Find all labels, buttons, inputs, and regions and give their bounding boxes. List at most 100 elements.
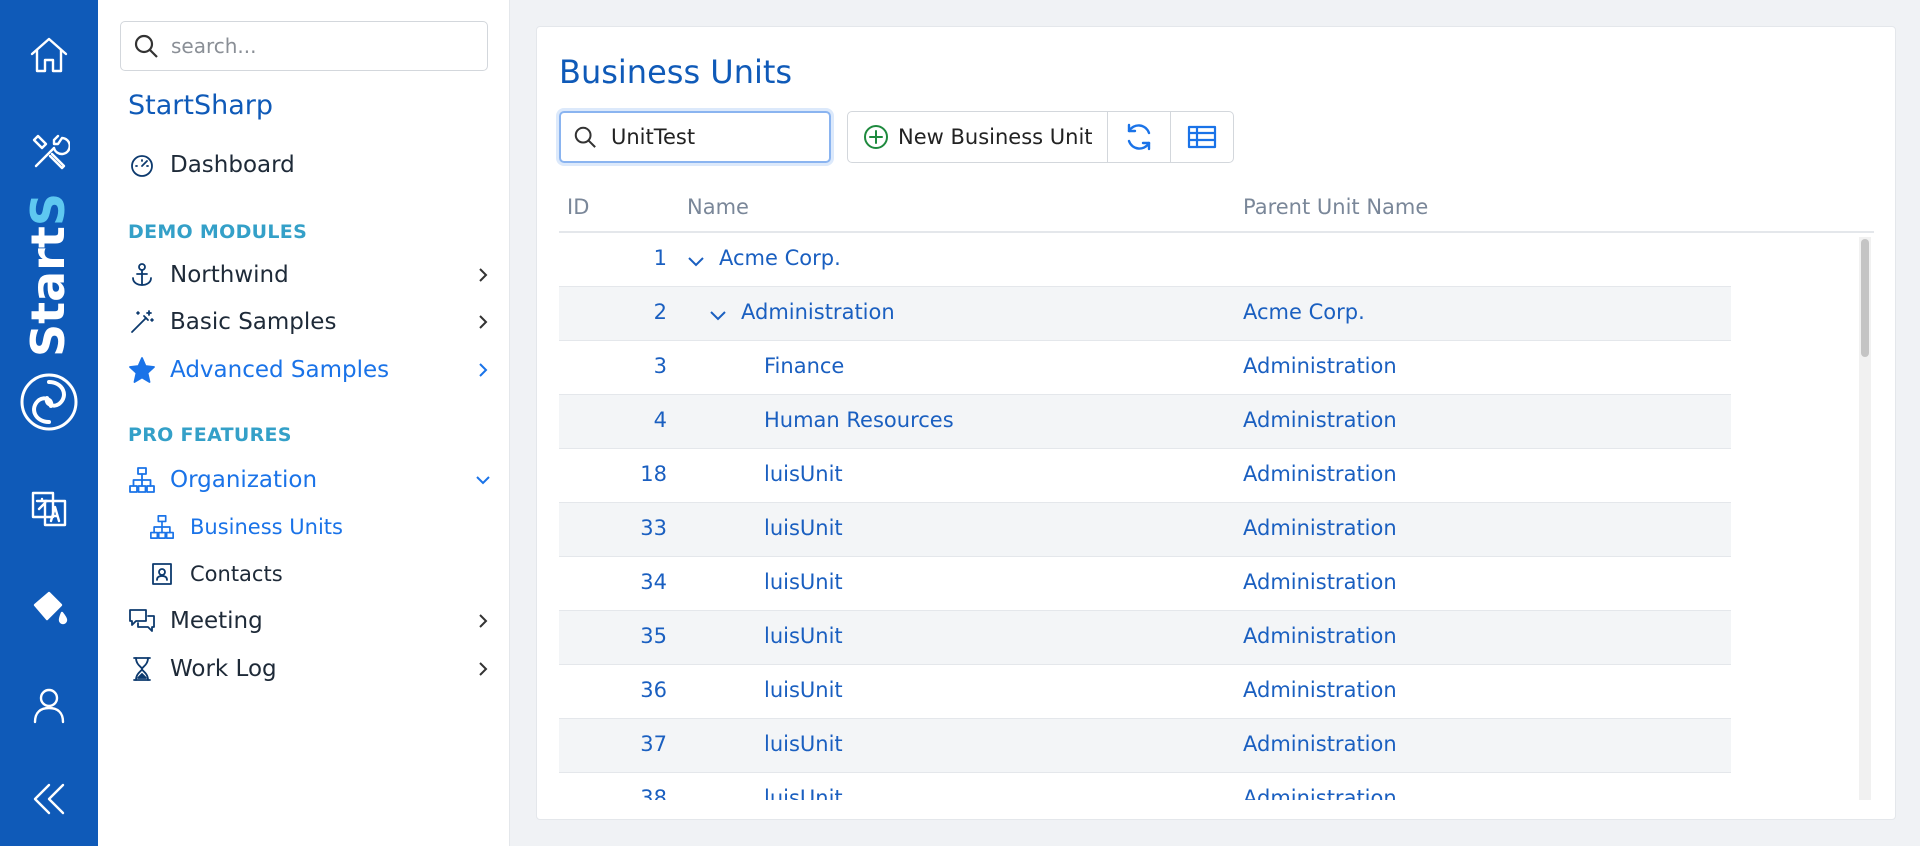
sidebar-item-northwind[interactable]: Northwind	[128, 255, 492, 295]
cell-id: 2	[653, 300, 667, 324]
user-icon[interactable]	[24, 680, 74, 730]
cell-name[interactable]: luisUnit	[764, 516, 843, 540]
gauge-icon	[128, 151, 156, 179]
cell-id: 34	[640, 570, 667, 594]
paint-bucket-icon[interactable]	[24, 582, 74, 632]
table-row[interactable]: 35 luisUnit Administration	[559, 611, 1731, 665]
sidebar-brand-title[interactable]: StartSharp	[128, 90, 273, 121]
refresh-button[interactable]	[1108, 112, 1171, 162]
table-row[interactable]: 18 luisUnit Administration	[559, 449, 1731, 503]
org-chart-icon	[128, 466, 156, 494]
org-chart-icon	[148, 513, 176, 541]
tools-icon[interactable]	[24, 128, 74, 178]
table-row[interactable]: 1 Acme Corp.	[559, 233, 1731, 287]
cell-parent[interactable]: Administration	[1243, 678, 1397, 702]
cell-id: 38	[640, 786, 667, 800]
grid-header: ID Name Parent Unit Name	[559, 185, 1874, 233]
cell-name[interactable]: Administration	[741, 300, 895, 324]
sidebar-search-input[interactable]	[171, 34, 471, 58]
chevron-down-icon[interactable]	[687, 253, 705, 272]
sidebar-item-label: Meeting	[170, 608, 263, 634]
table-row[interactable]: 3 Finance Administration	[559, 341, 1731, 395]
chat-bubbles-icon	[128, 607, 156, 635]
sidebar-search[interactable]	[120, 21, 488, 71]
chevron-right-icon	[474, 266, 492, 288]
table-row[interactable]: 4 Human Resources Administration	[559, 395, 1731, 449]
cell-id: 36	[640, 678, 667, 702]
cell-id: 3	[653, 354, 667, 378]
cell-parent[interactable]: Administration	[1243, 570, 1397, 594]
brand-swirl-icon	[19, 372, 79, 432]
table-row[interactable]: 33 luisUnit Administration	[559, 503, 1731, 557]
collapse-icon[interactable]	[24, 774, 74, 824]
cell-parent[interactable]: Acme Corp.	[1243, 300, 1365, 324]
cell-id: 33	[640, 516, 667, 540]
table-columns-icon	[1187, 125, 1216, 149]
sidebar-item-dashboard[interactable]: Dashboard	[128, 145, 492, 185]
refresh-icon	[1127, 123, 1150, 151]
home-icon[interactable]	[24, 30, 74, 80]
table-row[interactable]: 36 luisUnit Administration	[559, 665, 1731, 719]
sidebar-item-contacts[interactable]: Contacts	[148, 554, 492, 594]
cell-parent[interactable]: Administration	[1243, 624, 1397, 648]
cell-id: 35	[640, 624, 667, 648]
cell-name[interactable]: luisUnit	[764, 570, 843, 594]
search-icon	[574, 126, 596, 148]
sidebar-item-label: Advanced Samples	[170, 357, 390, 383]
cell-name[interactable]: luisUnit	[764, 624, 843, 648]
table-row[interactable]: 34 luisUnit Administration	[559, 557, 1731, 611]
cell-id: 4	[653, 408, 667, 432]
grid-scrollbar[interactable]	[1859, 237, 1871, 800]
sidebar-item-business-units[interactable]: Business Units	[148, 507, 492, 547]
cell-id: 18	[640, 462, 667, 486]
cell-parent[interactable]: Administration	[1243, 516, 1397, 540]
cell-name[interactable]: luisUnit	[764, 786, 843, 800]
column-header-id[interactable]: ID	[567, 195, 589, 219]
sidebar-item-advanced-samples[interactable]: Advanced Samples	[128, 350, 492, 390]
sidebar-item-work-log[interactable]: Work Log	[128, 649, 492, 689]
sidebar: StartSharp Dashboard DEMO MODULES Northw…	[98, 0, 510, 846]
cell-name[interactable]: Acme Corp.	[719, 246, 841, 270]
cell-parent[interactable]: Administration	[1243, 786, 1397, 800]
sidebar-item-label: Business Units	[190, 515, 343, 539]
section-demo-modules: DEMO MODULES	[128, 221, 308, 243]
star-icon	[128, 356, 156, 384]
cell-name[interactable]: luisUnit	[764, 732, 843, 756]
sidebar-item-basic-samples[interactable]: Basic Samples	[128, 302, 492, 342]
svg-text:StartSh: StartSh	[21, 195, 75, 357]
cell-parent[interactable]: Administration	[1243, 462, 1397, 486]
scrollbar-thumb[interactable]	[1861, 239, 1869, 357]
chevron-down-icon[interactable]	[709, 307, 727, 326]
cell-name[interactable]: luisUnit	[764, 678, 843, 702]
chevron-right-icon	[474, 612, 492, 634]
quick-search[interactable]	[559, 111, 831, 163]
column-picker-button[interactable]	[1171, 112, 1233, 162]
translate-icon[interactable]	[24, 484, 74, 534]
sidebar-item-meeting[interactable]: Meeting	[128, 601, 492, 641]
cell-parent[interactable]: Administration	[1243, 732, 1397, 756]
sidebar-item-label: Work Log	[170, 656, 277, 682]
quick-search-input[interactable]	[611, 125, 821, 149]
sidebar-item-label: Basic Samples	[170, 309, 337, 335]
chevron-right-icon	[474, 361, 492, 383]
hourglass-icon	[128, 655, 156, 683]
table-row[interactable]: 37 luisUnit Administration	[559, 719, 1731, 773]
cell-name[interactable]: luisUnit	[764, 462, 843, 486]
sidebar-item-organization[interactable]: Organization	[128, 460, 492, 500]
chevron-right-icon	[474, 313, 492, 335]
section-pro-features: PRO FEATURES	[128, 424, 292, 446]
column-header-parent[interactable]: Parent Unit Name	[1243, 195, 1428, 219]
brand-vertical-logo: StartSh	[20, 160, 76, 365]
sidebar-item-label: Organization	[170, 467, 318, 493]
cell-name[interactable]: Human Resources	[764, 408, 954, 432]
table-row[interactable]: 2 Administration Acme Corp.	[559, 287, 1731, 341]
cell-id: 1	[653, 246, 667, 270]
anchor-icon	[128, 261, 156, 289]
table-row[interactable]: 38 luisUnit Administration	[559, 773, 1731, 800]
cell-parent[interactable]: Administration	[1243, 354, 1397, 378]
column-header-name[interactable]: Name	[687, 195, 749, 219]
cell-name[interactable]: Finance	[764, 354, 844, 378]
new-business-unit-button[interactable]: New Business Unit	[848, 112, 1108, 162]
sidebar-item-label: Contacts	[190, 562, 283, 586]
cell-parent[interactable]: Administration	[1243, 408, 1397, 432]
